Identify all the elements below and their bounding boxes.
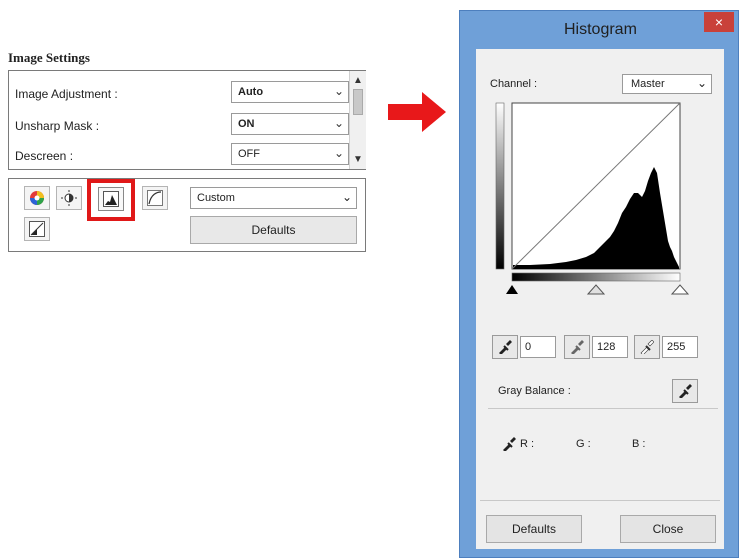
tone-preset-value: Custom <box>197 192 235 204</box>
close-button[interactable]: Close <box>620 515 716 543</box>
chevron-down-icon: ⌄ <box>333 146 344 160</box>
eyedropper-icon <box>503 437 516 451</box>
gray-balance-eyedropper-button[interactable] <box>672 379 698 403</box>
r-label: R : <box>520 438 535 450</box>
eyedropper-icon <box>640 340 654 354</box>
channel-value: Master <box>631 78 665 90</box>
white-point-slider[interactable] <box>670 284 690 295</box>
threshold-button[interactable] <box>24 217 50 241</box>
unsharp-mask-value: ON <box>238 118 255 130</box>
input-gradient-bar <box>511 272 681 282</box>
chevron-down-icon: ⌄ <box>696 76 707 90</box>
defaults-button[interactable]: Defaults <box>190 216 357 244</box>
scrollbar-thumb[interactable] <box>353 89 363 115</box>
setting-row-image-adjustment: Image Adjustment : Auto ⌄ <box>9 79 349 105</box>
image-adjustment-value: Auto <box>238 86 264 98</box>
histogram-button-highlight <box>87 179 135 221</box>
image-adjustment-select[interactable]: Auto ⌄ <box>231 81 349 103</box>
black-point-slider[interactable] <box>506 285 518 294</box>
tone-curve-icon <box>147 190 163 206</box>
histogram-titlebar[interactable]: Histogram × <box>460 11 738 49</box>
close-icon: × <box>714 14 724 30</box>
mid-point-eyedropper-button[interactable] <box>564 335 590 359</box>
gray-balance-label: Gray Balance : <box>498 385 571 397</box>
threshold-icon <box>29 221 45 237</box>
chevron-down-icon: ⌄ <box>341 190 352 204</box>
image-adjustment-label: Image Adjustment : <box>15 87 118 101</box>
channel-label: Channel : <box>490 78 538 90</box>
histogram-content: Channel : Master ⌄ 0 128 255 Gray Balanc… <box>476 49 724 549</box>
unsharp-mask-select[interactable]: ON ⌄ <box>231 113 349 135</box>
b-label: B : <box>632 438 646 450</box>
close-window-button[interactable]: × <box>704 12 734 32</box>
output-gradient-bar <box>495 102 505 270</box>
settings-scrollbar[interactable]: ▲ ▼ <box>349 71 366 169</box>
section-divider <box>488 408 718 409</box>
eyedropper-icon <box>499 340 512 354</box>
chevron-down-icon: ⌄ <box>333 84 344 98</box>
black-point-input[interactable]: 0 <box>520 336 556 358</box>
brightness-contrast-button[interactable] <box>56 186 82 210</box>
histogram-window: Histogram × Channel : Master ⌄ 0 128 255… <box>459 10 739 558</box>
setting-row-descreen: Descreen : OFF ⌄ <box>9 141 349 167</box>
white-point-eyedropper-button[interactable] <box>634 335 660 359</box>
histogram-defaults-button[interactable]: Defaults <box>486 515 582 543</box>
unsharp-mask-label: Unsharp Mask : <box>15 119 100 133</box>
mid-point-slider[interactable] <box>586 284 606 295</box>
descreen-select[interactable]: OFF ⌄ <box>231 143 349 165</box>
descreen-value: OFF <box>238 148 260 160</box>
right-arrow-icon <box>388 92 446 132</box>
white-point-input[interactable]: 255 <box>662 336 698 358</box>
histogram-window-title: Histogram <box>564 21 637 38</box>
g-label: G : <box>576 438 591 450</box>
image-settings-title: Image Settings <box>8 50 90 65</box>
eyedropper-icon <box>571 340 584 354</box>
footer-divider <box>480 500 720 501</box>
eyedropper-icon <box>679 384 692 398</box>
tone-curve-button[interactable] <box>142 186 168 210</box>
descreen-label: Descreen : <box>15 149 74 163</box>
mid-point-input[interactable]: 128 <box>592 336 628 358</box>
tone-preset-select[interactable]: Custom ⌄ <box>190 187 357 209</box>
image-settings-list: Image Adjustment : Auto ⌄ Unsharp Mask :… <box>8 70 366 170</box>
setting-row-unsharp-mask: Unsharp Mask : ON ⌄ <box>9 111 349 137</box>
chevron-down-icon: ⌄ <box>333 116 344 130</box>
channel-select[interactable]: Master ⌄ <box>622 74 712 94</box>
saturation-color-balance-button[interactable] <box>24 186 50 210</box>
black-point-eyedropper-button[interactable] <box>492 335 518 359</box>
brightness-contrast-icon <box>61 190 77 206</box>
scroll-up-icon[interactable]: ▲ <box>353 75 363 86</box>
saturation-color-balance-icon <box>30 191 44 205</box>
scroll-down-icon[interactable]: ▼ <box>353 154 363 165</box>
histogram-graph <box>495 102 690 295</box>
